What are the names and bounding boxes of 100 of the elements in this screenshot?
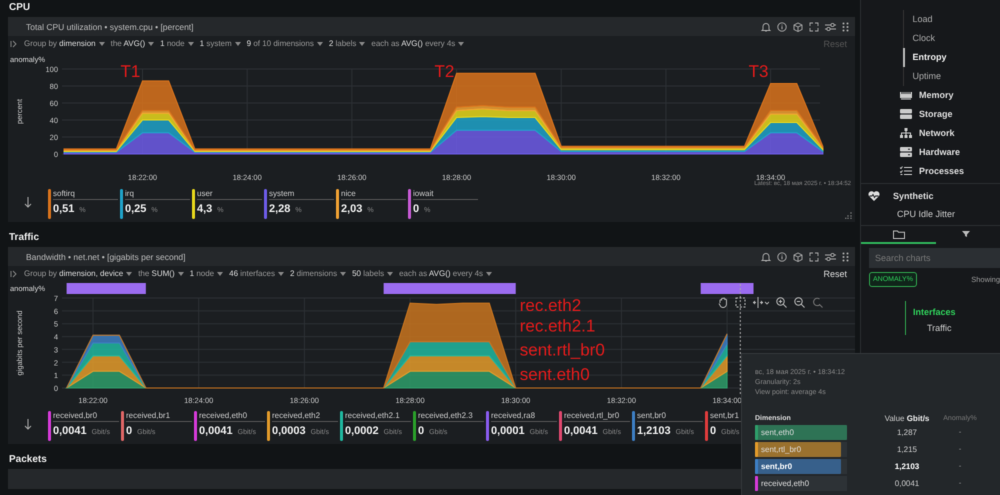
annotation-label: T2 xyxy=(434,62,454,81)
legend-value: 4,3 xyxy=(197,203,212,215)
reset-button[interactable]: Reset xyxy=(821,268,849,278)
filter-dropdown[interactable]: 1 system xyxy=(200,39,241,48)
search-field[interactable]: Search charts xyxy=(869,248,1000,268)
filter-dropdown[interactable]: each as AVG() every 4s xyxy=(371,39,464,48)
legend-name[interactable]: received,ra8 xyxy=(491,411,557,422)
hand-icon[interactable] xyxy=(718,297,728,308)
legend-name[interactable]: irq xyxy=(125,189,190,200)
dimension-name: sent,eth0 xyxy=(760,428,794,437)
dimension-name: received,eth0 xyxy=(760,479,810,488)
expand-icon[interactable] xyxy=(809,252,819,262)
legend-name[interactable]: received,rtl_br0 xyxy=(564,411,630,422)
caret-icon xyxy=(148,42,154,46)
filter-dropdown[interactable]: 50 labels xyxy=(352,269,394,278)
legend-value: 2,28 xyxy=(269,203,290,215)
legend-name[interactable]: received,eth0 xyxy=(199,411,265,422)
box-icon[interactable] xyxy=(793,252,803,262)
sliders-icon[interactable] xyxy=(825,22,836,32)
sidebar-group[interactable]: Hardware xyxy=(919,146,960,158)
value-cell-text: 1,287 xyxy=(896,428,918,437)
chart-title: Bandwidth • net.net • [gigabits per second] xyxy=(26,252,186,262)
filter-dropdown[interactable]: the SUM() xyxy=(138,269,184,278)
filter-dropdown[interactable]: each as AVG() every 4s xyxy=(399,269,492,278)
annotation-label: rec.eth2.1 xyxy=(520,316,596,336)
tree-item[interactable]: Traffic xyxy=(913,321,1000,335)
filter-dropdown[interactable]: 9 of 10 dimensions xyxy=(246,39,323,48)
zoom-out-icon[interactable] xyxy=(794,297,805,308)
sidebar-item[interactable]: Entropy xyxy=(902,48,1000,67)
sliders-icon[interactable] xyxy=(825,252,836,262)
collapse-icon[interactable] xyxy=(10,40,18,48)
drag-handle-icon[interactable] xyxy=(842,22,849,32)
filter-dropdown[interactable]: 1 node xyxy=(190,269,224,278)
legend-value: 0,0003 xyxy=(272,425,306,437)
network-icon xyxy=(900,128,912,138)
sidebar-group[interactable]: Processes xyxy=(919,165,964,177)
sidebar-item[interactable]: Uptime xyxy=(902,67,1000,86)
value-cell-text: 1,215 xyxy=(896,445,918,454)
legend-value: 0,0041 xyxy=(53,425,87,437)
filter-dropdown[interactable]: 46 interfaces xyxy=(229,269,284,278)
reset-zoom-icon[interactable] xyxy=(812,297,823,308)
filter-dropdown[interactable]: 1 node xyxy=(160,39,194,48)
arrow-down-icon[interactable] xyxy=(24,419,32,430)
legend-name[interactable]: nice xyxy=(341,189,406,200)
caret-icon xyxy=(359,42,366,46)
caret-icon xyxy=(458,42,464,46)
legend-name[interactable]: received,br0 xyxy=(53,411,119,422)
box-icon[interactable] xyxy=(793,22,803,32)
sidebar-group[interactable]: Network xyxy=(919,127,955,139)
legend-value: 0,0041 xyxy=(564,425,598,437)
caret-icon xyxy=(178,272,184,276)
select-area-icon[interactable] xyxy=(735,297,746,308)
caret-icon xyxy=(126,272,132,276)
value-cell-text: 0,0041 xyxy=(894,479,920,488)
legend-name[interactable]: received,eth2 xyxy=(272,411,338,422)
info-icon[interactable] xyxy=(777,252,787,262)
expand-icon[interactable] xyxy=(809,22,819,32)
filter-dropdown[interactable]: Group by dimension, device xyxy=(24,269,132,278)
section-heading: Packets xyxy=(8,453,47,467)
filter-icon xyxy=(962,231,970,237)
pan-icon[interactable] xyxy=(753,297,769,308)
legend-name[interactable]: system xyxy=(269,189,334,200)
dimension-name: sent,rtl_br0 xyxy=(760,445,802,454)
legend-value: 0,0001 xyxy=(491,425,525,437)
legend-name[interactable]: received,eth2.1 xyxy=(345,411,411,422)
chart-title: Total CPU utilization • system.cpu • [percent] xyxy=(26,22,194,32)
info-icon[interactable] xyxy=(777,22,787,32)
collapse-icon[interactable] xyxy=(10,270,18,278)
sidebar-item[interactable]: CPU Idle Jitter xyxy=(861,206,1000,226)
filter-dropdown[interactable]: the AVG() xyxy=(110,39,154,48)
caret-icon xyxy=(316,42,323,46)
sidebar-group[interactable]: Synthetic xyxy=(893,190,934,202)
annotation-label: T1 xyxy=(120,62,140,81)
bell-icon[interactable] xyxy=(761,22,771,32)
sidebar-item[interactable]: Clock xyxy=(902,29,1000,48)
resize-handle-icon[interactable] xyxy=(845,212,852,219)
legend-value: 2,03 xyxy=(341,203,362,215)
arrow-down-icon[interactable] xyxy=(24,197,32,208)
value-cell-text: 1,2103 xyxy=(894,462,920,471)
legend-name[interactable]: received,eth2.3 xyxy=(418,411,484,422)
legend-name[interactable]: sent,br0 xyxy=(637,411,703,422)
sidebar-group[interactable]: Storage xyxy=(919,108,953,120)
legend-name[interactable]: iowait xyxy=(413,189,478,200)
filter-dropdown[interactable]: 2 dimensions xyxy=(290,269,346,278)
sidebar-item[interactable]: Load xyxy=(902,10,1000,29)
section-heading: CPU xyxy=(8,1,30,15)
column-header: Value Gbit/s xyxy=(884,414,930,422)
filter-dropdown[interactable]: 2 labels xyxy=(328,39,366,48)
checklist-icon xyxy=(900,166,912,176)
bell-icon[interactable] xyxy=(761,252,771,262)
legend-name[interactable]: softirq xyxy=(53,189,118,200)
legend-name[interactable]: received,br1 xyxy=(126,411,192,422)
drag-handle-icon[interactable] xyxy=(842,252,849,262)
heart-pulse-icon xyxy=(868,191,880,201)
tree-group[interactable]: Interfaces xyxy=(913,301,1000,321)
filter-dropdown[interactable]: Group by dimension xyxy=(24,39,105,48)
legend-name[interactable]: user xyxy=(197,189,262,200)
caret-icon xyxy=(98,42,105,46)
zoom-in-icon[interactable] xyxy=(776,297,787,308)
sidebar-group[interactable]: Memory xyxy=(919,89,954,101)
